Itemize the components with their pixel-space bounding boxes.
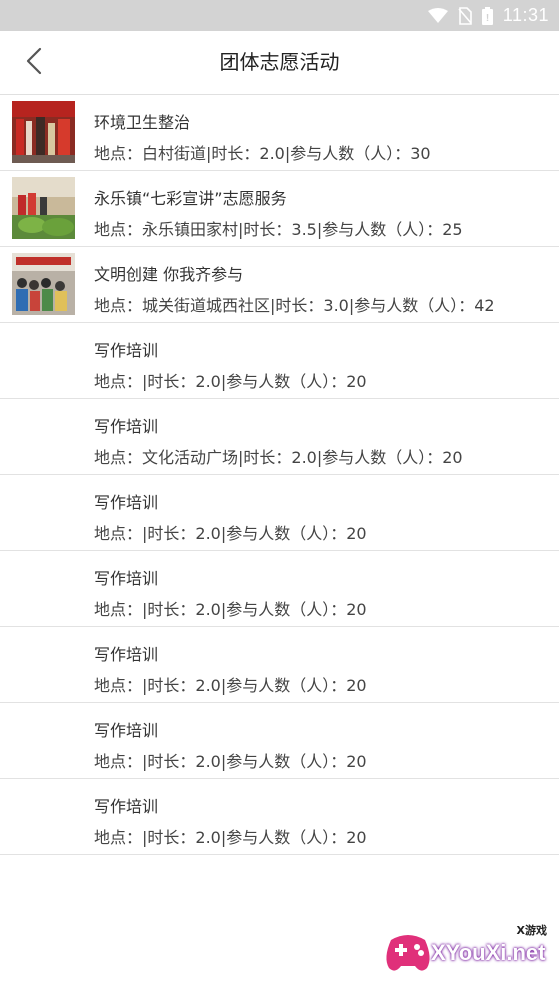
- activity-item[interactable]: 写作培训 地点：|时长：2.0|参与人数（人）：20: [0, 779, 559, 855]
- watermark: X游戏 XYouXi.net: [383, 922, 553, 986]
- activity-meta: 地点：永乐镇田家村|时长：3.5|参与人数（人）：25: [94, 220, 463, 239]
- status-icons: ! 11:31: [427, 0, 549, 31]
- activity-title: 文明创建 你我齐参与: [94, 265, 244, 284]
- activity-title: 写作培训: [94, 569, 159, 588]
- activity-meta: 地点：白村街道|时长：2.0|参与人数（人）：30: [94, 144, 431, 163]
- nav-bar: 团体志愿活动: [0, 31, 559, 95]
- activity-item[interactable]: 写作培训 地点：|时长：2.0|参与人数（人）：20: [0, 475, 559, 551]
- status-time: 11:31: [502, 5, 549, 25]
- activity-meta: 地点：|时长：2.0|参与人数（人）：20: [94, 600, 367, 619]
- activity-item[interactable]: 写作培训 地点：|时长：2.0|参与人数（人）：20: [0, 703, 559, 779]
- wifi-icon: [427, 7, 448, 24]
- activity-meta: 地点：|时长：2.0|参与人数（人）：20: [94, 372, 367, 391]
- activity-list: 环境卫生整治 地点：白村街道|时长：2.0|参与人数（人）：30 永乐镇“七彩宣…: [0, 95, 559, 855]
- activity-meta: 地点：|时长：2.0|参与人数（人）：20: [94, 828, 367, 847]
- watermark-small-text: X游戏: [516, 924, 547, 937]
- activity-thumbnail: [12, 253, 75, 315]
- activity-title: 环境卫生整治: [94, 113, 191, 132]
- gamepad-icon: [383, 930, 433, 976]
- watermark-text: XYouXi.net: [431, 940, 546, 965]
- activity-thumbnail: [12, 177, 75, 239]
- activity-title: 写作培训: [94, 645, 159, 664]
- activity-title: 永乐镇“七彩宣讲”志愿服务: [94, 189, 287, 208]
- activity-item[interactable]: 写作培训 地点：|时长：2.0|参与人数（人）：20: [0, 627, 559, 703]
- battery-icon: !: [481, 6, 493, 25]
- activity-meta: 地点：|时长：2.0|参与人数（人）：20: [94, 676, 367, 695]
- activity-title: 写作培训: [94, 721, 159, 740]
- svg-text:!: !: [486, 13, 489, 24]
- no-sim-icon: [458, 6, 472, 25]
- activity-title: 写作培训: [94, 341, 159, 360]
- activity-item[interactable]: 永乐镇“七彩宣讲”志愿服务 地点：永乐镇田家村|时长：3.5|参与人数（人）：2…: [0, 171, 559, 247]
- activity-item[interactable]: 写作培训 地点：|时长：2.0|参与人数（人）：20: [0, 323, 559, 399]
- activity-item[interactable]: 写作培训 地点：文化活动广场|时长：2.0|参与人数（人）：20: [0, 399, 559, 475]
- activity-meta: 地点：|时长：2.0|参与人数（人）：20: [94, 524, 367, 543]
- activity-title: 写作培训: [94, 417, 159, 436]
- activity-meta: 地点：|时长：2.0|参与人数（人）：20: [94, 752, 367, 771]
- status-bar: ! 11:31: [0, 0, 559, 31]
- activity-item[interactable]: 文明创建 你我齐参与 地点：城关街道城西社区|时长：3.0|参与人数（人）：42: [0, 247, 559, 323]
- activity-title: 写作培训: [94, 493, 159, 512]
- activity-thumbnail: [12, 101, 75, 163]
- activity-item[interactable]: 写作培训 地点：|时长：2.0|参与人数（人）：20: [0, 551, 559, 627]
- activity-meta: 地点：城关街道城西社区|时长：3.0|参与人数（人）：42: [94, 296, 495, 315]
- page-title: 团体志愿活动: [219, 50, 340, 74]
- activity-meta: 地点：文化活动广场|时长：2.0|参与人数（人）：20: [94, 448, 463, 467]
- activity-title: 写作培训: [94, 797, 159, 816]
- activity-item[interactable]: 环境卫生整治 地点：白村街道|时长：2.0|参与人数（人）：30: [0, 95, 559, 171]
